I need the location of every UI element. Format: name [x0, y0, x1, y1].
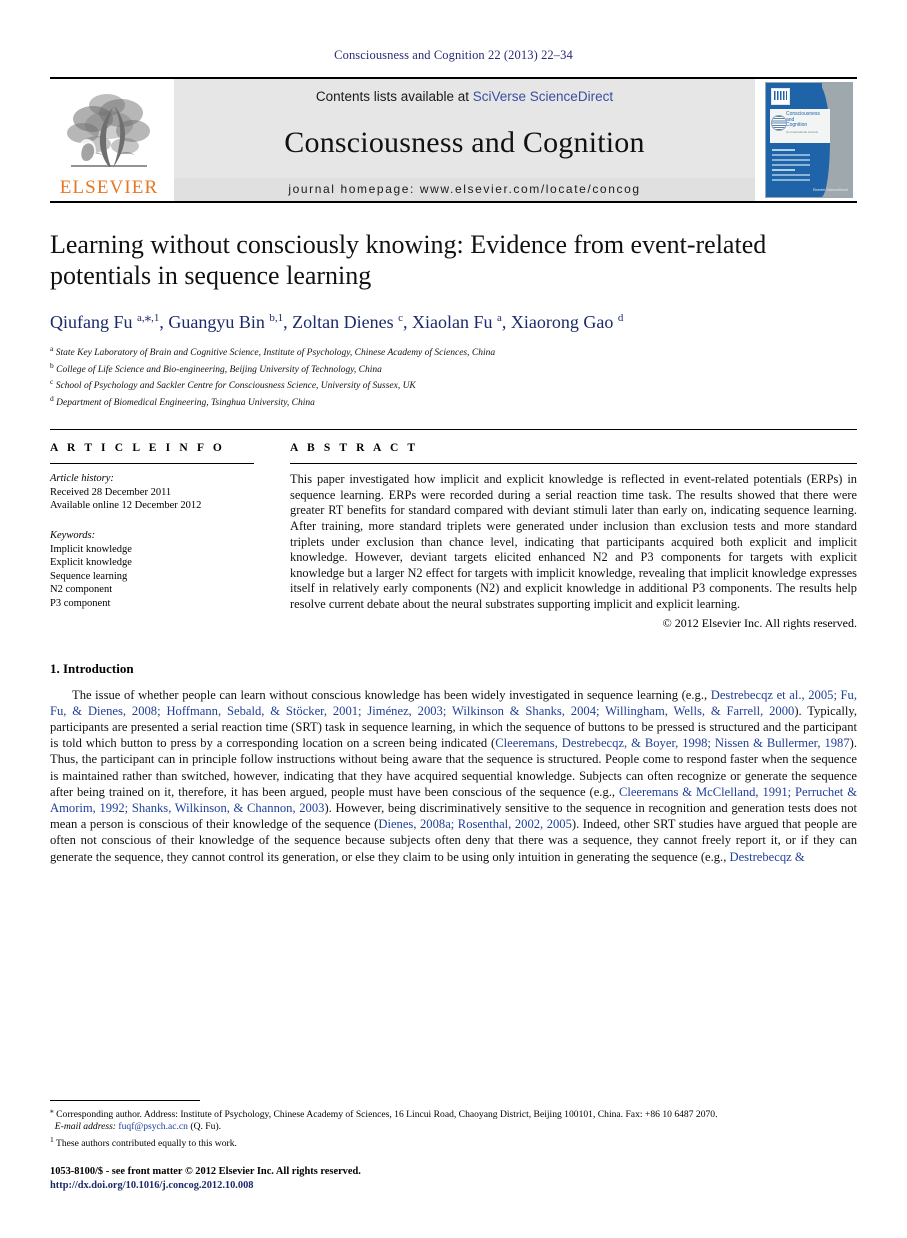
affiliation-text-d: Department of Biomedical Engineering, Ts…: [56, 397, 315, 408]
elsevier-wordmark: ELSEVIER: [59, 177, 159, 198]
cover-editor-lines: [772, 149, 810, 184]
footnote-block: ⁎ Corresponding author. Address: Institu…: [50, 1099, 857, 1192]
abstract-rule: [290, 463, 857, 465]
introduction-section: 1. Introduction The issue of whether peo…: [50, 661, 857, 865]
article-info-heading: A R T I C L E I N F O: [50, 442, 225, 455]
footnote-equal-contribution: 1 These authors contributed equally to t…: [50, 1134, 237, 1149]
journal-title: Consciousness and Cognition: [284, 126, 645, 159]
affiliation-d: d Department of Biomedical Engineering, …: [50, 393, 857, 410]
article-history-label: Article history:: [50, 473, 114, 485]
imprint-block: 1053-8100/$ - see front matter © 2012 El…: [50, 1165, 857, 1192]
article-history-available: Available online 12 December 2012: [50, 500, 202, 512]
keyword-item: Sequence learning: [50, 570, 128, 582]
keywords-label: Keywords:: [50, 530, 96, 542]
affiliation-text-c: School of Psychology and Sackler Centre …: [55, 381, 416, 392]
affiliation-a: a State Key Laboratory of Brain and Cogn…: [50, 343, 857, 360]
doi-link[interactable]: http://dx.doi.org/10.1016/j.concog.2012.…: [50, 1179, 857, 1192]
journal-homepage[interactable]: journal homepage: www.elsevier.com/locat…: [174, 178, 755, 201]
banner-bottom-rule: [50, 201, 857, 203]
affiliation-marker-a: a: [50, 344, 54, 353]
footnote-rule: [50, 1099, 200, 1101]
article-history-block: Article history: Received 28 December 20…: [50, 472, 254, 513]
author-list: Qiufang Fu a,⁎,1, Guangyu Bin b,1, Zolta…: [50, 309, 624, 332]
imprint-front-matter: 1053-8100/$ - see front matter © 2012 El…: [50, 1166, 361, 1178]
affiliation-marker-d: d: [50, 393, 54, 403]
cover-footer-text: Elsevier ScienceDirect: [812, 188, 848, 192]
cover-subtitle: An International Journal: [786, 129, 818, 134]
abstract-heading: A B S T R A C T: [290, 442, 419, 455]
elsevier-logo: ELSEVIER: [50, 79, 168, 201]
page-title: Learning without consciously knowing: Ev…: [50, 230, 767, 290]
abstract-copyright: © 2012 Elsevier Inc. All rights reserved…: [662, 615, 857, 630]
affiliation-b: b College of Life Science and Bio-engine…: [50, 360, 857, 377]
keyword-item: Implicit knowledge: [50, 543, 132, 555]
introduction-heading: 1. Introduction: [50, 660, 134, 676]
cover-title-line3: Cognition: [786, 122, 808, 129]
keywords-block: Keywords: Implicit knowledge Explicit kn…: [50, 529, 254, 611]
cover-card: Consciousness and Cognition An Internati…: [765, 82, 853, 198]
email-label: E-mail address:: [54, 1121, 116, 1133]
journal-banner-center: Contents lists available at SciVerse Sci…: [174, 79, 755, 201]
cover-label: Consciousness and Cognition An Internati…: [770, 109, 830, 143]
contents-list-line: Contents lists available at SciVerse Sci…: [316, 89, 613, 104]
journal-banner: ELSEVIER Contents lists available at Sci…: [50, 77, 857, 201]
affiliation-marker-b: b: [50, 360, 54, 370]
elsevier-tree-icon: [63, 89, 155, 177]
article-page: Consciousness and Cognition 22 (2013) 22…: [0, 0, 907, 1238]
introduction-paragraph: The issue of whether people can learn wi…: [50, 687, 858, 864]
abstract-column: A B S T R A C T This paper investigated …: [272, 442, 857, 630]
article-info-rule: [50, 463, 254, 465]
keyword-item: P3 component: [50, 598, 111, 609]
affiliation-text-a: State Key Laboratory of Brain and Cognit…: [55, 348, 496, 359]
cover-elsevier-icon: [771, 88, 790, 105]
article-history-received: Received 28 December 2011: [50, 486, 172, 498]
contents-prefix: Contents lists available at: [315, 89, 473, 104]
sciencedirect-link[interactable]: SciVerse ScienceDirect: [473, 89, 613, 104]
email-link[interactable]: fuqf@psych.ac.cn: [118, 1121, 188, 1132]
info-abstract-section: A R T I C L E I N F O Article history: R…: [50, 429, 857, 630]
running-head: Consciousness and Cognition 22 (2013) 22…: [334, 48, 573, 62]
affiliation-marker-c: c: [50, 377, 54, 387]
article-info-column: A R T I C L E I N F O Article history: R…: [50, 442, 272, 630]
keyword-item: N2 component: [50, 584, 113, 596]
abstract-text: This paper investigated how implicit and…: [290, 472, 857, 611]
affiliation-text-b: College of Life Science and Bio-engineer…: [56, 364, 382, 375]
footnote-corresponding-author: ⁎ Corresponding author. Address: Institu…: [50, 1105, 718, 1120]
cover-sphere-icon: [771, 115, 787, 131]
affiliation-c: c School of Psychology and Sackler Centr…: [50, 376, 857, 393]
keyword-item: Explicit knowledge: [50, 557, 132, 569]
footnote-email: E-mail address: fuqf@psych.ac.cn (Q. Fu)…: [50, 1121, 857, 1133]
email-owner: (Q. Fu).: [190, 1121, 222, 1133]
affiliation-list: a State Key Laboratory of Brain and Cogn…: [50, 343, 857, 409]
journal-cover-thumbnail[interactable]: Consciousness and Cognition An Internati…: [761, 79, 857, 201]
